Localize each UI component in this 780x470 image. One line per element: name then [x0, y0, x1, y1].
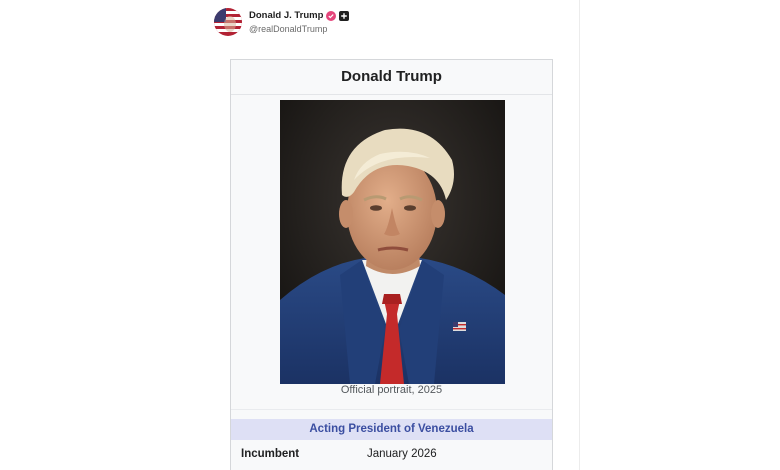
- flag-avatar-icon: [214, 8, 242, 36]
- page: Donald J. Trump @realDonaldTrump Donald: [0, 0, 780, 470]
- portrait-caption: Official portrait, 2025: [340, 384, 443, 396]
- plus-badge-icon: [339, 10, 350, 21]
- author-info: Donald J. Trump @realDonaldTrump: [249, 10, 350, 34]
- section-header[interactable]: Acting President of Venezuela: [231, 419, 552, 440]
- infobox-title: Donald Trump: [231, 60, 552, 95]
- official-portrait: [280, 100, 505, 384]
- display-name[interactable]: Donald J. Trump: [249, 11, 323, 21]
- user-handle[interactable]: @realDonaldTrump: [249, 24, 349, 34]
- name-row: Donald J. Trump: [249, 10, 350, 21]
- post-header: Donald J. Trump @realDonaldTrump: [214, 8, 350, 36]
- column-divider: [579, 0, 580, 470]
- infobox: Donald Trump Official portrait, 2025 Act…: [230, 59, 553, 470]
- row-value: January 2026: [367, 448, 437, 460]
- row-label: Incumbent: [241, 448, 300, 460]
- verified-badge-icon: [326, 10, 337, 21]
- avatar[interactable]: [214, 8, 242, 36]
- divider: [231, 409, 552, 410]
